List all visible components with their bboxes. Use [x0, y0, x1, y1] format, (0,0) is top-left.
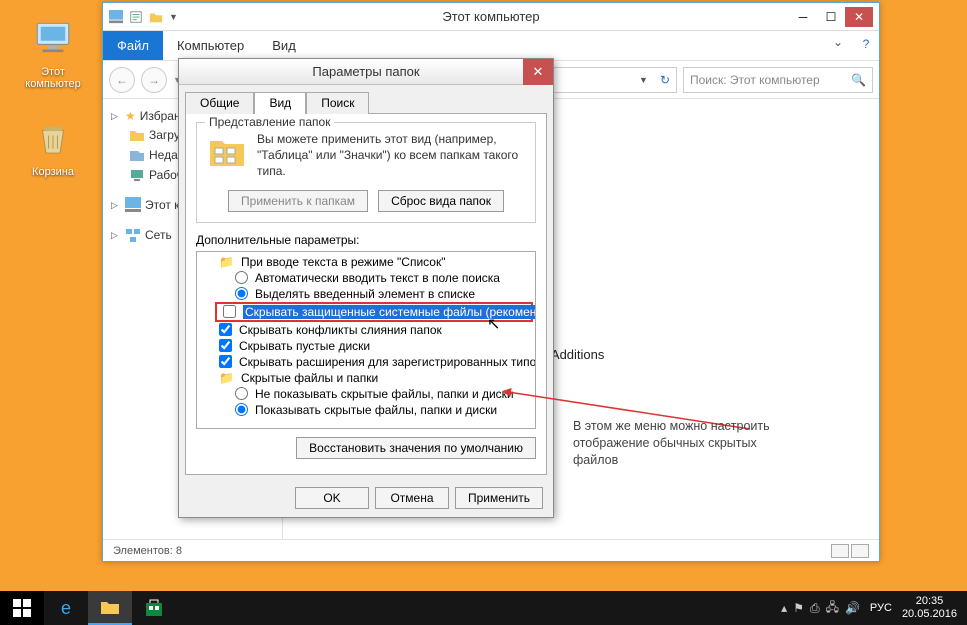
opt-auto-type[interactable]: Автоматически вводить текст в поле поиск… [199, 270, 533, 286]
taskbar: e ▴ ⚑ ⎙ 🖧 🔊 РУС 20:35 20.05.2016 [0, 591, 967, 625]
opt-hide-ext[interactable]: Скрывать расширения для зарегистрированн… [199, 354, 533, 370]
dialog-tabs: Общие Вид Поиск [179, 85, 553, 113]
dialog-title: Параметры папок ✕ [179, 59, 553, 85]
search-icon: 🔍 [851, 73, 866, 87]
tab-general[interactable]: Общие [185, 92, 254, 114]
folder-view-icon [207, 131, 247, 171]
apply-to-folders-button[interactable]: Применить к папкам [228, 190, 368, 212]
properties-icon[interactable] [129, 10, 143, 24]
desktop-icon-label: Этот компьютер [18, 66, 88, 90]
opt-list-mode: При вводе текста в режиме "Список" [199, 254, 533, 270]
ribbon-expand-icon[interactable]: ⌄ [823, 31, 853, 60]
annotation-text: В этом же меню можно настроить отображен… [573, 418, 783, 469]
tab-view[interactable]: Вид [254, 92, 306, 114]
opt-hide-protected[interactable]: Скрывать защищенные системные файлы (рек… [219, 304, 529, 320]
qat-dropdown-icon[interactable]: ▼ [169, 12, 178, 22]
desktop-icon-label: Корзина [18, 166, 88, 178]
windows-icon [13, 599, 31, 617]
taskbar-ie[interactable]: e [44, 591, 88, 625]
advanced-label: Дополнительные параметры: [196, 233, 536, 247]
taskbar-store[interactable] [132, 591, 176, 625]
cancel-button[interactable]: Отмена [375, 487, 449, 509]
ribbon-tabs: Файл Компьютер Вид ⌄ ? [103, 31, 879, 61]
folder-icon [100, 599, 120, 615]
advanced-settings-list[interactable]: При вводе текста в режиме "Список" Автом… [196, 251, 536, 429]
app-icon [109, 10, 123, 24]
folder-views-group: Представление папок Вы можете применить … [196, 122, 536, 223]
restore-defaults-button[interactable]: Восстановить значения по умолчанию [296, 437, 536, 459]
view-details-button[interactable] [831, 544, 849, 558]
opt-select-typed[interactable]: Выделять введенный элемент в списке [199, 286, 533, 302]
status-bar: Элементов: 8 [103, 539, 879, 561]
opt-hide-merge[interactable]: Скрывать конфликты слияния папок [199, 322, 533, 338]
maximize-button[interactable]: ☐ [817, 7, 845, 27]
view-icons-button[interactable] [851, 544, 869, 558]
store-icon [144, 598, 164, 618]
opt-show-hidden[interactable]: Показывать скрытые файлы, папки и диски [199, 402, 533, 418]
new-folder-icon[interactable] [149, 10, 163, 24]
computer-tab[interactable]: Компьютер [163, 31, 258, 60]
desktop-icon-recycle[interactable]: Корзина [18, 118, 88, 178]
search-input[interactable]: Поиск: Этот компьютер 🔍 [683, 67, 873, 93]
start-button[interactable] [0, 591, 44, 625]
forward-button[interactable]: → [141, 67, 167, 93]
tray-device-icon[interactable]: ⎙ [810, 601, 820, 616]
taskbar-clock[interactable]: 20:35 20.05.2016 [902, 595, 957, 620]
view-tab[interactable]: Вид [258, 31, 310, 60]
minimize-button[interactable]: ─ [789, 7, 817, 27]
dialog-close-button[interactable]: ✕ [523, 59, 553, 85]
tab-search[interactable]: Поиск [306, 92, 369, 114]
opt-hide-empty[interactable]: Скрывать пустые диски [199, 338, 533, 354]
refresh-icon[interactable]: ↻ [660, 73, 670, 87]
status-text: Элементов: 8 [113, 545, 182, 557]
ok-button[interactable]: OK [295, 487, 369, 509]
window-title: Этот компьютер [103, 9, 879, 24]
tray-network-icon[interactable]: 🖧 [826, 598, 839, 619]
highlighted-option: Скрывать защищенные системные файлы (рек… [215, 302, 533, 322]
apply-button[interactable]: Применить [455, 487, 543, 509]
search-placeholder: Поиск: Этот компьютер [690, 73, 820, 87]
back-button[interactable]: ← [109, 67, 135, 93]
language-indicator[interactable]: РУС [870, 602, 892, 614]
taskbar-explorer[interactable] [88, 591, 132, 625]
file-tab[interactable]: Файл [103, 31, 163, 60]
reset-folders-button[interactable]: Сброс вида папок [378, 190, 504, 212]
quick-access-toolbar: ▼ Этот компьютер ─ ☐ ✕ [103, 3, 879, 31]
help-icon[interactable]: ? [853, 31, 879, 60]
addr-dropdown-icon[interactable]: ▼ [639, 75, 648, 85]
tray-up-icon[interactable]: ▴ [781, 601, 787, 615]
tray-volume-icon[interactable]: 🔊 [845, 601, 860, 615]
desktop-icon-this-pc[interactable]: Этот компьютер [18, 18, 88, 90]
tray-flag-icon[interactable]: ⚑ [793, 601, 804, 615]
folder-options-dialog: Параметры папок ✕ Общие Вид Поиск Предст… [178, 58, 554, 518]
close-button[interactable]: ✕ [845, 7, 873, 27]
system-tray[interactable]: ▴ ⚑ ⎙ 🖧 🔊 [781, 598, 860, 619]
pc-icon [32, 18, 74, 60]
opt-dont-show-hidden[interactable]: Не показывать скрытые файлы, папки и дис… [199, 386, 533, 402]
opt-hidden-group: Скрытые файлы и папки [199, 370, 533, 386]
trash-icon [32, 118, 74, 160]
